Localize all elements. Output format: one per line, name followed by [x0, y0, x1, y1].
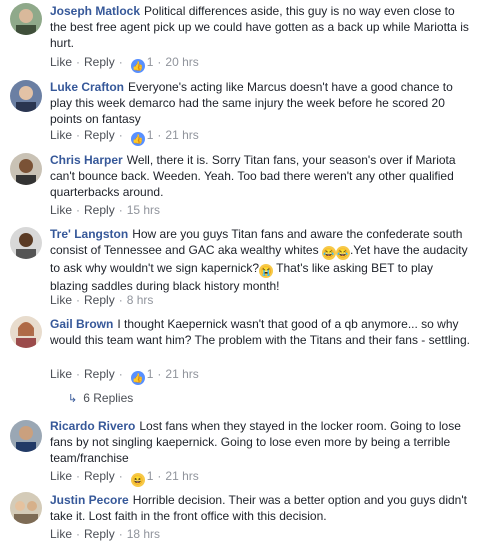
reply-link[interactable]: Reply: [84, 367, 115, 381]
like-link[interactable]: Like: [50, 55, 72, 69]
like-link[interactable]: Like: [50, 367, 72, 381]
reply-link[interactable]: Reply: [84, 128, 115, 142]
timestamp[interactable]: 21 hrs: [165, 367, 198, 381]
author-name[interactable]: Tre' Langston: [50, 227, 128, 241]
comment-body: Ricardo Rivero Lost fans when they stayed…: [50, 418, 470, 466]
avatar[interactable]: [10, 420, 42, 452]
comment-actions: Like · Reply · 👍 1 · 21 hrs: [50, 128, 199, 146]
like-link[interactable]: Like: [50, 469, 72, 483]
like-link[interactable]: Like: [50, 128, 72, 142]
comment-actions: Like · Reply · 👍 1 · 20 hrs: [50, 55, 199, 73]
author-name[interactable]: Gail Brown: [50, 317, 113, 331]
view-replies-link[interactable]: ↳ 6 Replies: [68, 389, 133, 407]
comment-actions: Like · Reply · 18 hrs: [50, 527, 161, 541]
reply-link[interactable]: Reply: [84, 203, 115, 217]
reply-link[interactable]: Reply: [84, 293, 115, 307]
reply-arrow-icon: ↳: [68, 393, 78, 405]
timestamp[interactable]: 8 hrs: [127, 293, 154, 307]
reaction-count[interactable]: 1: [147, 55, 154, 69]
like-link[interactable]: Like: [50, 527, 72, 541]
reply-link[interactable]: Reply: [84, 469, 115, 483]
author-name[interactable]: Justin Pecore: [50, 493, 129, 507]
like-link[interactable]: Like: [50, 203, 72, 217]
reaction-count[interactable]: 1: [147, 367, 154, 381]
replies-count[interactable]: 6 Replies: [83, 391, 133, 405]
reply-link[interactable]: Reply: [84, 527, 115, 541]
thumbs-up-icon[interactable]: 👍: [130, 59, 145, 73]
avatar[interactable]: [10, 316, 42, 348]
thumbs-up-icon[interactable]: 👍: [130, 371, 145, 385]
avatar[interactable]: [10, 3, 42, 35]
timestamp[interactable]: 15 hrs: [127, 203, 160, 217]
timestamp[interactable]: 20 hrs: [165, 55, 198, 69]
laughing-emoji-icon: 😂: [335, 246, 350, 260]
comment-actions: Like · Reply · 8 hrs: [50, 293, 154, 307]
reaction-count[interactable]: 1: [147, 128, 154, 142]
comment-body: Chris Harper Well, there it is. Sorry Tit…: [50, 152, 470, 200]
comment-body: Tre' Langston How are you guys Titan fans…: [50, 226, 470, 294]
comment-body: Justin Pecore Horrible decision. Their wa…: [50, 492, 470, 524]
haha-reaction-icon[interactable]: 😆: [130, 473, 145, 487]
reply-link[interactable]: Reply: [84, 55, 115, 69]
comment-body: Gail Brown I thought Kaepernick wasn't th…: [50, 316, 470, 348]
author-name[interactable]: Chris Harper: [50, 153, 123, 167]
timestamp[interactable]: 18 hrs: [127, 527, 160, 541]
avatar[interactable]: [10, 227, 42, 259]
author-name[interactable]: Luke Crafton: [50, 80, 124, 94]
laughing-emoji-icon: 😂: [321, 246, 336, 260]
crying-emoji-icon: 😭: [259, 264, 274, 278]
like-link[interactable]: Like: [50, 293, 72, 307]
comment-actions: Like · Reply · 👍 1 · 21 hrs: [50, 367, 199, 385]
comment-text: I thought Kaepernick wasn't that good of…: [50, 317, 470, 347]
avatar[interactable]: [10, 80, 42, 112]
comment-body: Luke Crafton Everyone's acting like Marcu…: [50, 79, 470, 127]
comment-actions: Like · Reply · 😆 1 · 21 hrs: [50, 469, 199, 487]
reaction-count[interactable]: 1: [147, 469, 154, 483]
avatar[interactable]: [10, 153, 42, 185]
timestamp[interactable]: 21 hrs: [165, 128, 198, 142]
timestamp[interactable]: 21 hrs: [165, 469, 198, 483]
author-name[interactable]: Joseph Matlock: [50, 4, 140, 18]
comment-actions: Like · Reply · 15 hrs: [50, 203, 161, 217]
thumbs-up-icon[interactable]: 👍: [130, 132, 145, 146]
author-name[interactable]: Ricardo Rivero: [50, 419, 135, 433]
comment-body: Joseph Matlock Political differences asid…: [50, 3, 470, 51]
avatar[interactable]: [10, 492, 42, 524]
